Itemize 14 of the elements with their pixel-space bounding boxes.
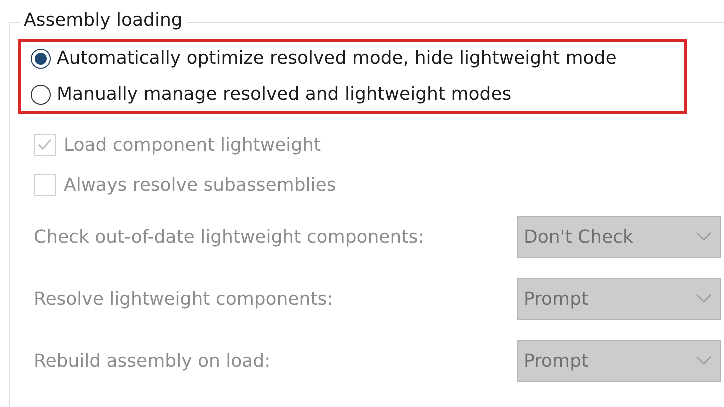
radio-button[interactable] bbox=[31, 48, 51, 68]
chevron-down-icon bbox=[696, 356, 712, 366]
radio-label: Manually manage resolved and lightweight modes bbox=[57, 84, 512, 105]
radio-button[interactable] bbox=[31, 84, 51, 104]
group-title: Assembly loading bbox=[20, 10, 187, 32]
chevron-down-icon bbox=[696, 294, 712, 304]
chevron-down-icon bbox=[696, 232, 712, 242]
checkmark-icon bbox=[37, 138, 53, 152]
radio-option[interactable]: Manually manage resolved and lightweight modes bbox=[31, 84, 684, 105]
checkbox-label: Always resolve subassemblies bbox=[64, 174, 336, 196]
dropdown-label: Check out-of-date lightweight components: bbox=[34, 226, 426, 248]
checkbox-label: Load component lightweight bbox=[64, 134, 322, 156]
dropdown-label: Resolve lightweight components: bbox=[34, 288, 334, 310]
dropdown-label: Rebuild assembly on load: bbox=[34, 350, 272, 372]
